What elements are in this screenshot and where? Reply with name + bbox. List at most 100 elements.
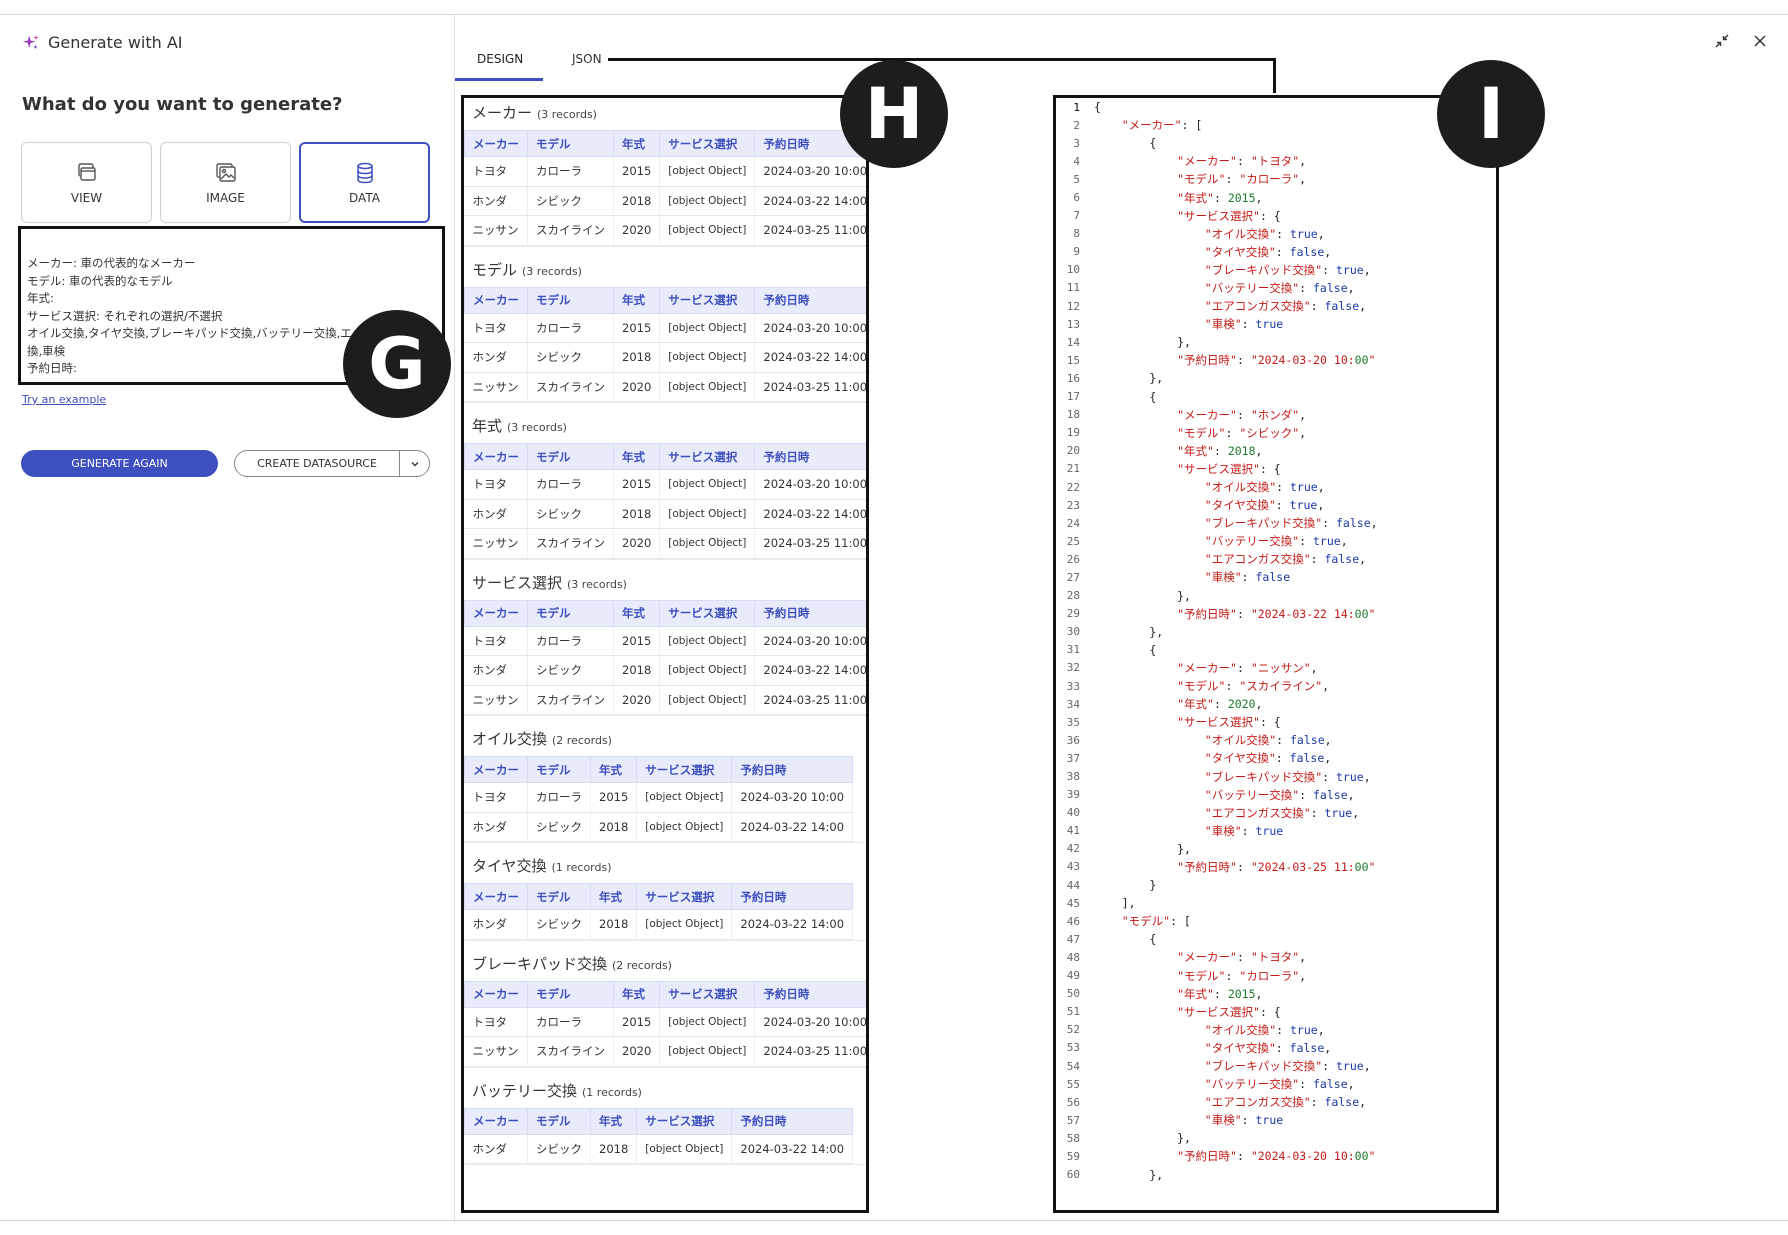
column-header: メーカー	[464, 599, 528, 627]
table-cell: カローラ	[527, 156, 614, 187]
table-cell: トヨタ	[464, 156, 528, 187]
tab-design[interactable]: DESIGN	[477, 52, 523, 66]
table-cell: 2024-03-22 14:00	[754, 342, 866, 373]
line-number: 19	[1066, 426, 1080, 440]
line-number: 50	[1066, 987, 1080, 1001]
column-header: 予約日時	[754, 599, 866, 627]
table-cell: [object Object]	[659, 528, 756, 559]
code-line: 2 "メーカー": [	[1056, 116, 1496, 134]
code-line: 3 {	[1056, 134, 1496, 152]
table-cell: 2024-03-22 14:00	[754, 186, 866, 216]
annotation-badge-i: I	[1437, 60, 1545, 168]
database-icon	[356, 162, 373, 183]
table-cell: トヨタ	[464, 782, 528, 813]
type-view-card[interactable]: VIEW	[21, 142, 152, 223]
data-table-record-count: (1 records)	[551, 861, 612, 874]
table-row: ホンダ シビック 2018 [object Object] 2024-03-22 14:…	[464, 909, 854, 940]
table-cell: 2020	[613, 215, 661, 246]
table-cell: ニッサン	[464, 372, 528, 402]
column-header: サービス選択	[659, 599, 756, 627]
data-table: メーカー モデル 年式 サービス選択 予約日時 トヨタ カローラ 2015 [object Ob…	[464, 443, 866, 559]
code-text: "車検": true	[1204, 823, 1284, 838]
column-header: モデル	[527, 599, 614, 627]
column-header: モデル	[527, 756, 591, 783]
table-row: ホンダ シビック 2018 [object Object] 2024-03-22 14:…	[464, 499, 866, 529]
code-line: 23 "タイヤ交換": true,	[1056, 496, 1496, 514]
table-cell: 2018	[590, 1134, 638, 1164]
data-table-name: サービス選択	[472, 573, 563, 592]
code-line: 37 "タイヤ交換": false,	[1056, 749, 1496, 767]
line-number: 23	[1066, 498, 1080, 512]
code-line: 56 "エアコンガス交換": false,	[1056, 1093, 1496, 1111]
line-number: 28	[1066, 589, 1080, 603]
table-cell: ホンダ	[464, 342, 528, 373]
data-table-block: ブレーキパッド交換 (2 records) メーカー モデル 年式 サービス選択 予約日時ト…	[464, 949, 866, 1068]
table-cell: 2024-03-20 10:00	[754, 156, 866, 187]
code-text: {	[1094, 100, 1101, 115]
active-tab-indicator	[455, 78, 543, 81]
table-cell: [object Object]	[636, 1134, 733, 1164]
code-line: 58 },	[1056, 1129, 1496, 1147]
code-line: 60 },	[1056, 1166, 1496, 1184]
line-number: 54	[1066, 1059, 1080, 1073]
line-number: 15	[1066, 353, 1080, 367]
try-example-link[interactable]: Try an example	[22, 393, 106, 406]
code-line: 28 },	[1056, 587, 1496, 605]
code-line: 13 "車検": true	[1056, 315, 1496, 333]
table-cell: ホンダ	[464, 1134, 528, 1164]
code-text: "メーカー": "トヨタ",	[1177, 950, 1307, 965]
table-row: ホンダ シビック 2018 [object Object] 2024-03-22 14:…	[464, 186, 866, 216]
create-datasource-button[interactable]: CREATE DATASOURCE	[235, 451, 399, 476]
table-cell: 2015	[613, 313, 661, 343]
close-icon[interactable]	[1752, 33, 1768, 49]
line-number: 16	[1066, 371, 1080, 385]
table-cell: カローラ	[527, 626, 614, 656]
code-text: {	[1094, 642, 1157, 657]
type-image-card[interactable]: IMAGE	[160, 142, 291, 223]
code-text: },	[1094, 1167, 1164, 1182]
table-cell: [object Object]	[659, 186, 756, 216]
table-cell: 2015	[613, 1007, 661, 1037]
line-number: 7	[1073, 209, 1080, 223]
code-text: "エアコンガス交換": false,	[1204, 299, 1367, 314]
line-number: 17	[1066, 390, 1080, 404]
table-cell: 2024-03-22 14:00	[754, 655, 866, 686]
table-row: ホンダ シビック 2018 [object Object] 2024-03-22 14:…	[464, 1134, 854, 1164]
table-cell: ニッサン	[464, 1036, 528, 1067]
collapse-icon[interactable]	[1714, 33, 1730, 49]
line-number: 56	[1066, 1095, 1080, 1109]
generate-again-button[interactable]: GENERATE AGAIN	[21, 450, 218, 477]
code-line: 51 "サービス選択": {	[1056, 1003, 1496, 1021]
data-table-record-count: (2 records)	[612, 958, 672, 972]
code-line: 53 "タイヤ交換": false,	[1056, 1039, 1496, 1057]
generate-question: What do you want to generate?	[22, 94, 343, 115]
create-datasource-menu-toggle[interactable]	[399, 451, 429, 476]
column-header: メーカー	[464, 130, 528, 157]
column-header: メーカー	[464, 980, 528, 1008]
code-line: 17 {	[1056, 388, 1496, 406]
code-text: },	[1094, 335, 1191, 350]
table-cell: カローラ	[527, 782, 591, 813]
code-text: {	[1094, 389, 1157, 404]
data-table-block: 年式 (3 records) メーカー モデル 年式 サービス選択 予約日時 トヨタ カローラ 2…	[464, 411, 866, 560]
data-table-title: メーカー (3 records)	[464, 98, 866, 130]
code-text: "オイル交換": false,	[1204, 733, 1332, 748]
type-data-card[interactable]: DATA	[299, 142, 430, 223]
table-row: トヨタ カローラ 2015 [object Object] 2024-03-20 10:…	[464, 1007, 866, 1037]
column-header: 予約日時	[731, 756, 854, 783]
data-table-name: ブレーキパッド交換	[472, 954, 608, 973]
line-number: 40	[1066, 806, 1080, 820]
table-cell: [object Object]	[636, 812, 733, 842]
tab-json[interactable]: JSON	[572, 52, 602, 66]
code-line: 29 "予約日時": "2024-03-22 14:00"	[1056, 605, 1496, 623]
table-cell: 2020	[613, 1036, 661, 1067]
column-header: 予約日時	[731, 1107, 854, 1135]
code-line: 52 "オイル交換": true,	[1056, 1021, 1496, 1039]
table-cell: ニッサン	[464, 215, 528, 246]
table-cell: スカイライン	[527, 528, 614, 559]
table-cell: 2024-03-25 11:00	[754, 372, 866, 402]
code-text: "車検": true	[1204, 317, 1284, 332]
column-header: モデル	[527, 443, 614, 470]
code-text: "ブレーキパッド交換": true,	[1204, 1059, 1371, 1074]
line-number: 46	[1066, 914, 1080, 928]
